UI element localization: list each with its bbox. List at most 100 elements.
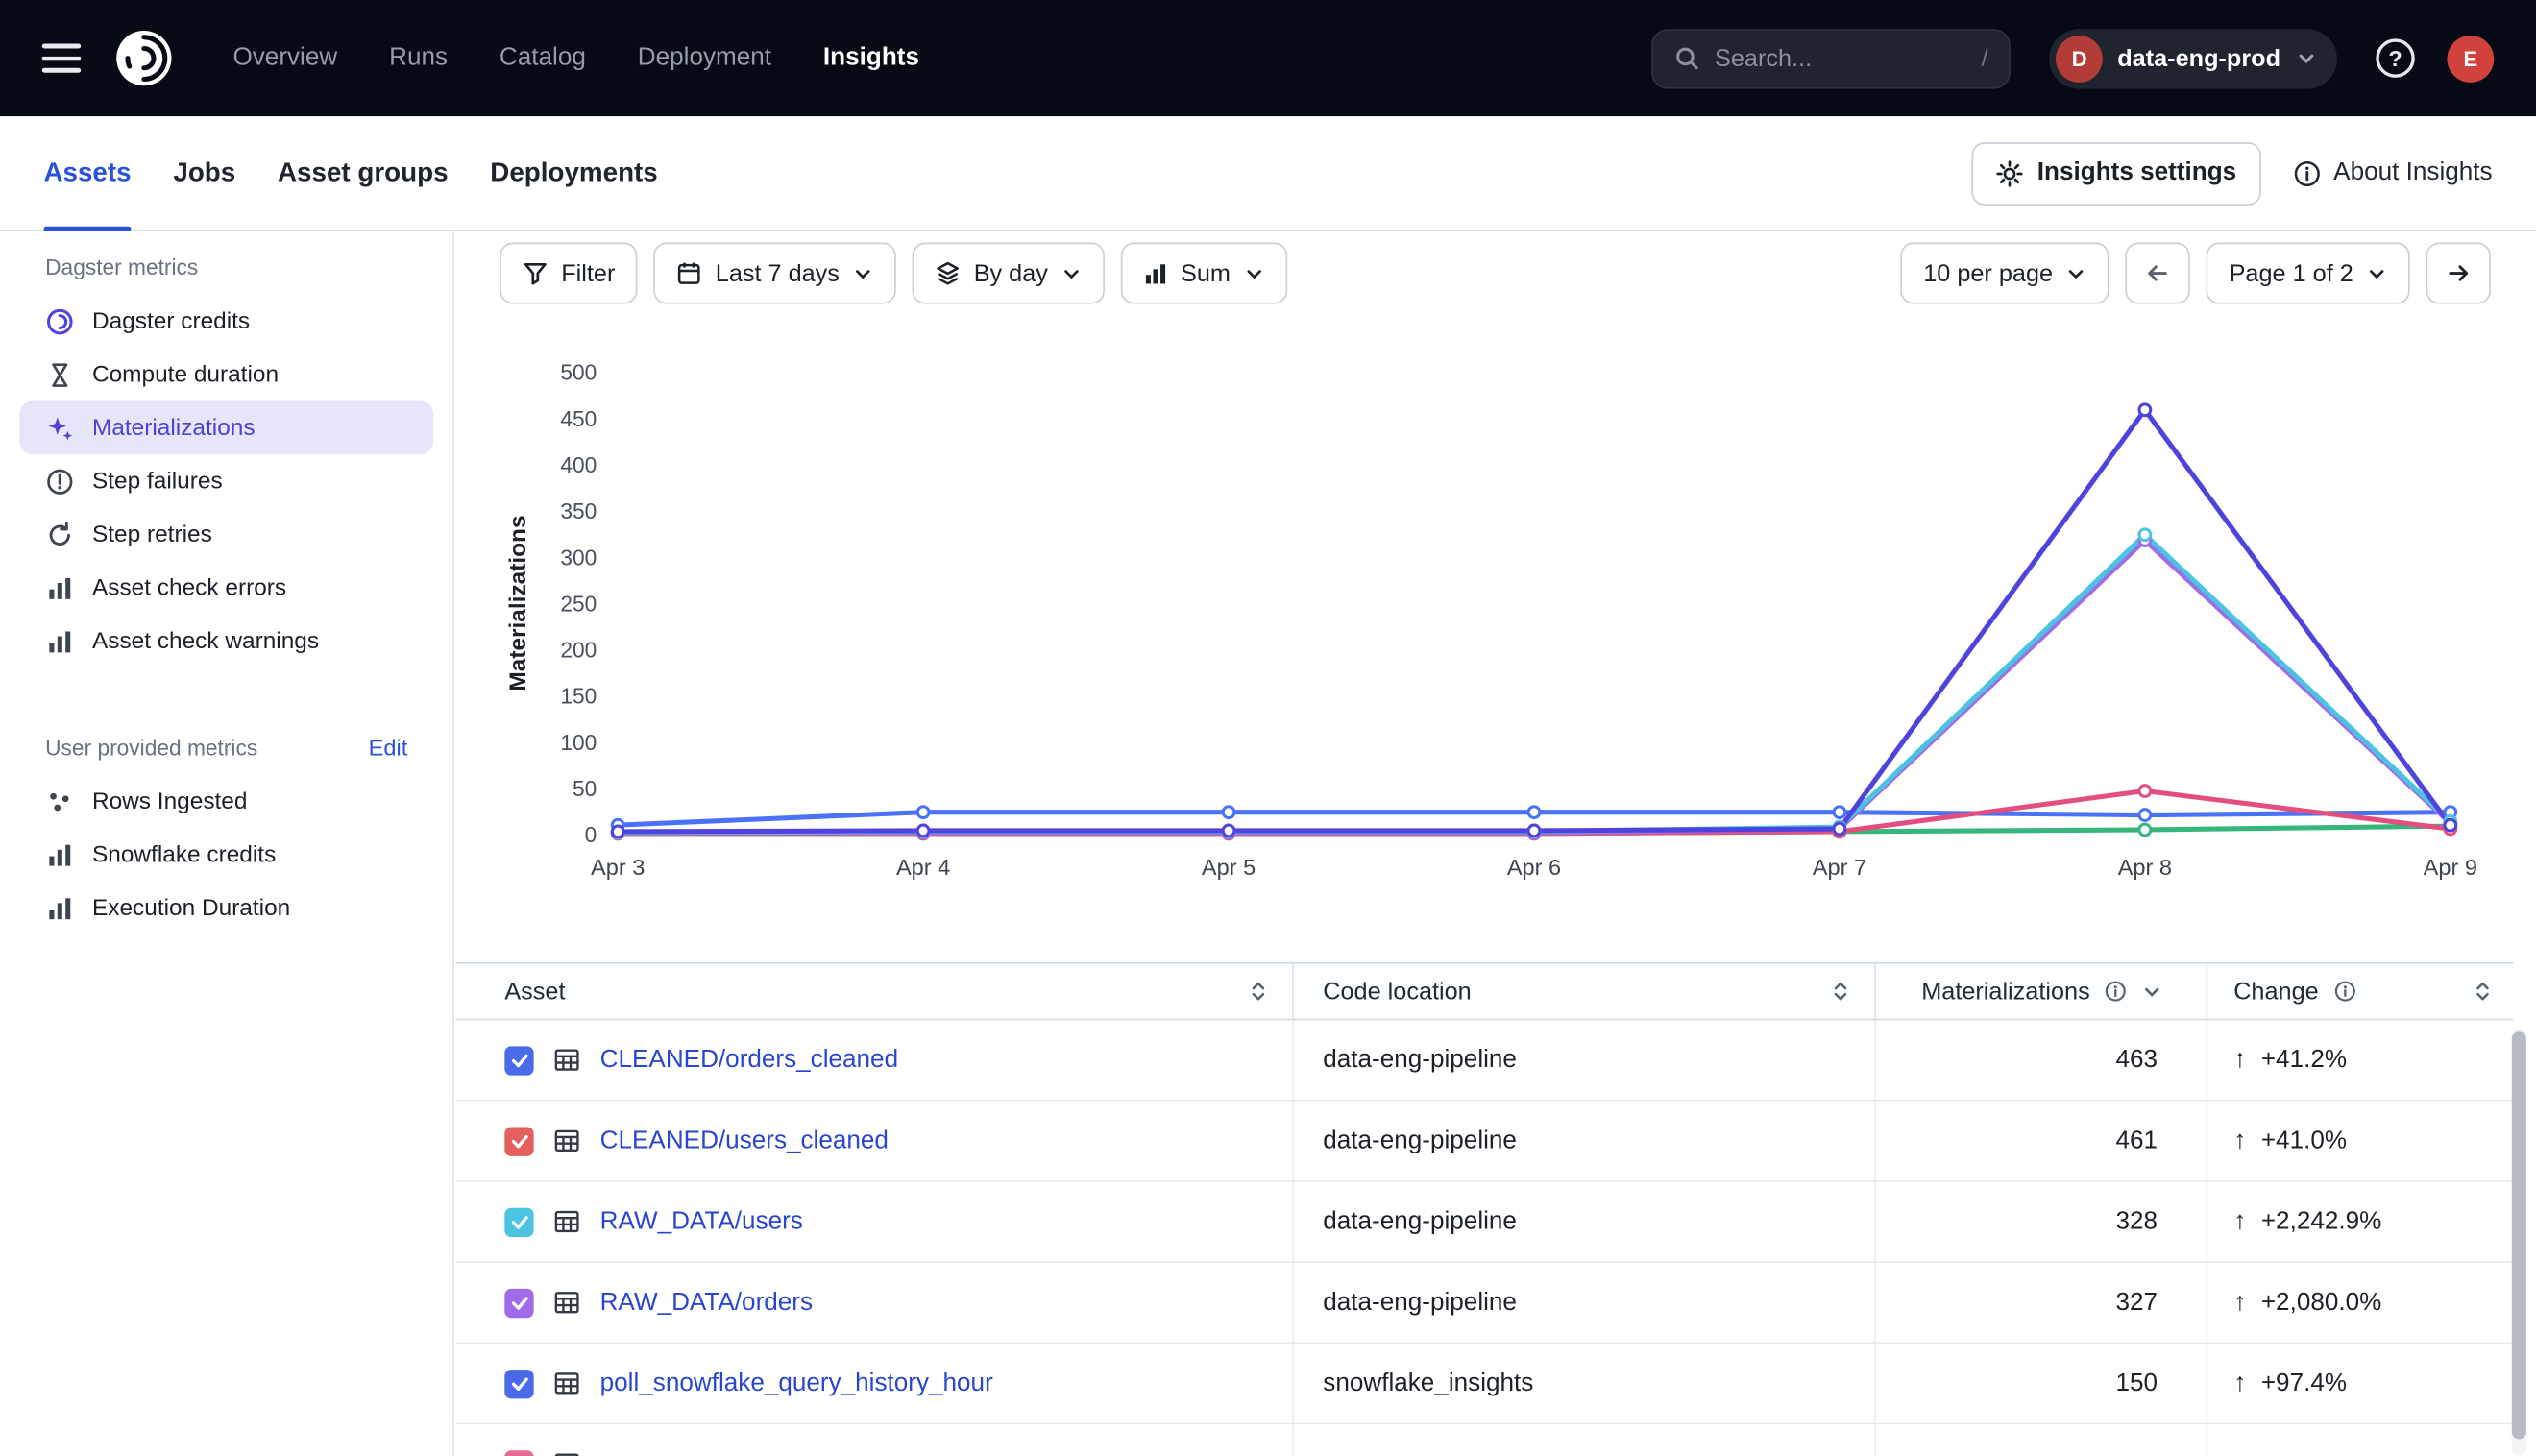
user-avatar[interactable]: E [2447, 35, 2494, 82]
change-cell: ↑ +2,080.0% [2207, 1263, 2514, 1343]
chevron-down-icon[interactable] [2142, 981, 2163, 1002]
sidebar-item-execution-duration[interactable]: Execution Duration [19, 882, 433, 935]
column-header-code-location[interactable]: Code location [1292, 963, 1874, 1018]
sidebar-item-step-retries[interactable]: Step retries [19, 508, 433, 562]
code-location-cell: data-eng-pipeline [1292, 1263, 1874, 1343]
svg-text:Apr 5: Apr 5 [1202, 855, 1256, 880]
svg-text:Apr 9: Apr 9 [2424, 855, 2477, 880]
arrow-left-icon [2145, 260, 2171, 286]
prev-page-button[interactable] [2126, 243, 2190, 304]
materializations-cell: 461 [1874, 1102, 2206, 1181]
sidebar-item-asset-check-errors[interactable]: Asset check errors [19, 561, 433, 615]
row-checkbox[interactable] [504, 1449, 533, 1456]
tab-jobs[interactable]: Jobs [173, 116, 235, 230]
svg-text:500: 500 [560, 360, 597, 385]
layers-icon [935, 260, 961, 286]
svg-text:Materializations: Materializations [505, 515, 531, 691]
table-asset-icon [553, 1289, 581, 1317]
page-select-dropdown[interactable]: Page 1 of 2 [2207, 243, 2410, 304]
code-location-cell: snowflake_insights [1292, 1344, 1874, 1423]
insights-tabs: Assets Jobs Asset groups Deployments [43, 116, 657, 230]
chevron-down-icon [2295, 47, 2318, 70]
nav-link-insights[interactable]: Insights [823, 43, 919, 72]
chevron-down-icon [852, 263, 873, 284]
row-checkbox[interactable] [504, 1288, 533, 1317]
sidebar-item-dagster-credits[interactable]: Dagster credits [19, 294, 433, 348]
tab-deployments[interactable]: Deployments [490, 116, 657, 230]
error-circle-icon [45, 467, 74, 496]
column-header-materializations[interactable]: Materializations [1874, 963, 2206, 1018]
aggregation-dropdown[interactable]: Sum [1121, 243, 1287, 304]
chevron-down-icon [1061, 263, 1082, 284]
asset-link[interactable]: poll_snowflake_query_history_hour [600, 1369, 993, 1397]
table-scrollbar [2512, 1029, 2526, 1455]
help-icon[interactable]: ? [2376, 38, 2414, 77]
date-range-dropdown[interactable]: Last 7 days [654, 243, 896, 304]
search-input[interactable]: Search... / [1651, 28, 2011, 87]
sidebar-item-snowflake-credits[interactable]: Snowflake credits [19, 828, 433, 882]
edit-metrics-link[interactable]: Edit [369, 734, 408, 760]
change-cell: ↑ +41.0% [2207, 1102, 2514, 1181]
asset-link[interactable]: RAW_DATA/orders [600, 1288, 813, 1317]
sort-icon[interactable] [1247, 980, 1270, 1003]
tab-asset-groups[interactable]: Asset groups [278, 116, 449, 230]
subnav-right: Insights settings About Insights [1971, 141, 2493, 205]
asset-link[interactable]: CLEANED/orders_cleaned [600, 1046, 898, 1075]
row-checkbox[interactable] [504, 1369, 533, 1397]
section-title-dagster-metrics: Dagster metrics [0, 241, 452, 295]
search-shortcut: / [1982, 44, 1988, 72]
asset-link[interactable]: RAW_DATA/users [600, 1207, 803, 1236]
materializations-cell: 463 [1874, 1020, 2206, 1100]
column-header-change[interactable]: Change [2207, 963, 2514, 1018]
about-insights-link[interactable]: About Insights [2293, 158, 2492, 187]
sort-icon[interactable] [1829, 980, 1852, 1003]
svg-text:250: 250 [560, 591, 597, 616]
top-navbar: Overview Runs Catalog Deployment Insight… [0, 0, 2536, 116]
hamburger-menu-icon[interactable] [42, 44, 81, 72]
materializations-cell: 328 [1874, 1182, 2206, 1262]
table-row: RAW_DATA/users data-eng-pipeline 328 ↑ +… [456, 1182, 2514, 1263]
group-by-dropdown[interactable]: By day [913, 243, 1105, 304]
tab-assets[interactable]: Assets [43, 116, 131, 230]
calendar-icon [676, 260, 702, 286]
column-header-asset[interactable]: Asset [456, 963, 1292, 1018]
nav-link-runs[interactable]: Runs [389, 43, 448, 72]
svg-text:450: 450 [560, 406, 597, 431]
metrics-sidebar: Dagster metrics Dagster credits Compute … [0, 231, 454, 1456]
sparkle-icon [45, 413, 74, 442]
nav-link-catalog[interactable]: Catalog [500, 43, 586, 72]
sidebar-item-rows-ingested[interactable]: Rows Ingested [19, 774, 433, 828]
sidebar-item-compute-duration[interactable]: Compute duration [19, 348, 433, 401]
main-panel: Filter Last 7 days By day [454, 231, 2536, 1456]
next-page-button[interactable] [2426, 243, 2491, 304]
filter-button[interactable]: Filter [500, 243, 638, 304]
row-checkbox[interactable] [504, 1127, 533, 1155]
per-page-dropdown[interactable]: 10 per page [1901, 243, 2109, 304]
table-row-partial [456, 1424, 2514, 1456]
nav-link-deployment[interactable]: Deployment [638, 43, 771, 72]
svg-text:Apr 8: Apr 8 [2118, 855, 2172, 880]
dots-icon [45, 787, 74, 815]
insights-settings-button[interactable]: Insights settings [1971, 141, 2261, 205]
bar-chart-icon [45, 840, 74, 869]
nav-link-overview[interactable]: Overview [232, 43, 337, 72]
svg-text:200: 200 [560, 638, 597, 663]
dagster-logo-icon[interactable] [113, 28, 175, 89]
chevron-down-icon [2066, 263, 2087, 284]
sidebar-item-materializations[interactable]: Materializations [19, 401, 433, 455]
svg-text:Apr 6: Apr 6 [1507, 855, 1561, 880]
scrollbar-thumb[interactable] [2512, 1031, 2526, 1439]
sidebar-item-asset-check-warnings[interactable]: Asset check warnings [19, 615, 433, 668]
table-asset-icon [553, 1128, 581, 1155]
row-checkbox[interactable] [504, 1207, 533, 1236]
sidebar-item-step-failures[interactable]: Step failures [19, 454, 433, 508]
row-checkbox[interactable] [504, 1046, 533, 1075]
org-switcher[interactable]: D data-eng-prod [2050, 28, 2337, 87]
hourglass-icon [45, 360, 74, 389]
sort-icon[interactable] [2472, 980, 2495, 1003]
asset-link[interactable]: CLEANED/users_cleaned [600, 1127, 889, 1155]
bar-chart-icon [45, 893, 74, 922]
materializations-cell: 150 [1874, 1344, 2206, 1423]
section-title-user-metrics: User provided metrics Edit [0, 719, 452, 774]
table-asset-icon [553, 1208, 581, 1236]
